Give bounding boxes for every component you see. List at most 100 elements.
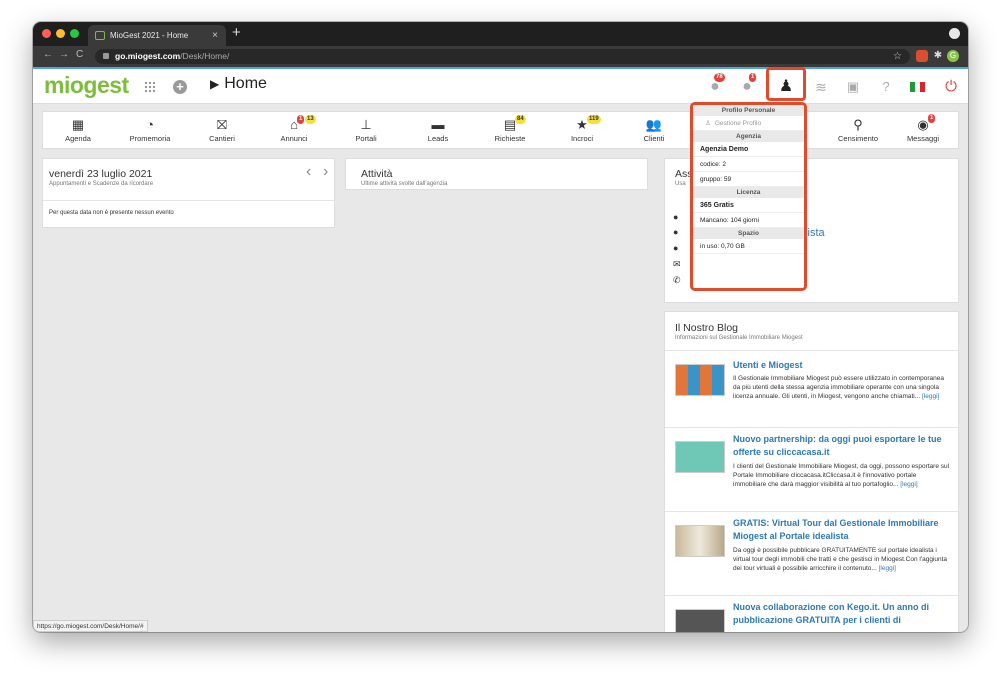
blog-post-title[interactable]: Nuovo partnership: da oggi puoi esportar… (733, 433, 950, 459)
activity-subtitle: Ultime attività svolte dall'agenzia (361, 181, 448, 187)
apps-grid-icon[interactable] (144, 81, 156, 93)
lock-icon (103, 53, 109, 59)
bookmark-star-icon[interactable]: ☆ (893, 49, 902, 64)
message-icon: ◉ (917, 117, 929, 132)
agenzia-gruppo: gruppo: 59 (693, 172, 804, 187)
menu-item-label: Leads (427, 134, 449, 143)
breadcrumb-arrow-icon: ▶ (210, 77, 220, 91)
reload-button[interactable]: C (76, 49, 83, 60)
annunci-badge-yellow: 13 (305, 115, 316, 124)
menu-item-annunci[interactable]: ⌂ Annunci 1 13 (259, 112, 329, 150)
agenzia-header: Agenzia (693, 131, 804, 142)
add-circle-icon[interactable]: + (173, 80, 187, 94)
menu-item-clienti[interactable]: 👥 Clienti (619, 112, 689, 150)
url-input[interactable]: go.miogest.com/Desk/Home/ ☆ (95, 49, 910, 64)
divider (43, 200, 334, 201)
extension-icon[interactable] (916, 50, 928, 62)
licenza-name: 365 Gratis (693, 198, 804, 213)
agenda-card: venerdì 23 luglio 2021 Appuntamenti e Sc… (42, 158, 335, 228)
phone-icon[interactable]: ✆ (673, 275, 683, 285)
menu-item-messaggi[interactable]: ◉ Messaggi 1 (888, 112, 958, 150)
browser-tab[interactable]: MioGest 2021 - Home × (88, 25, 226, 46)
menu-item-censimento[interactable]: ⚲ Censimento (823, 112, 893, 150)
alerts-badge: 78 (714, 73, 725, 82)
agenda-date: venerdì 23 luglio 2021 (49, 168, 153, 180)
users-icon: 👥 (645, 117, 663, 132)
new-tab-button[interactable]: + (232, 24, 241, 41)
read-more-link[interactable]: [leggi] (879, 565, 896, 572)
messaggi-badge: 1 (928, 114, 936, 123)
messages-badge: 1 (749, 73, 757, 82)
minimize-window-button[interactable] (56, 29, 65, 38)
maximize-window-button[interactable] (70, 29, 79, 38)
settings-sliders-icon[interactable]: ≋ (811, 77, 831, 97)
read-more-link[interactable]: [leggi] (922, 393, 939, 400)
richieste-badge: 84 (515, 115, 526, 124)
user-icon: ♙ (705, 120, 711, 127)
close-window-button[interactable] (42, 29, 51, 38)
agenzia-codice: codice: 2 (693, 157, 804, 172)
menu-item-cantieri[interactable]: ⛝ Cantieri (187, 112, 257, 150)
page-title: Home (224, 75, 267, 92)
back-button[interactable]: ← (43, 49, 53, 60)
blog-post-thumbnail[interactable] (675, 441, 725, 473)
menu-item-label: Richieste (494, 134, 526, 143)
help-circle-icon[interactable]: ● (673, 243, 683, 253)
menu-item-agenda[interactable]: ▦ Agenda (43, 112, 113, 150)
italy-flag-icon[interactable] (907, 77, 927, 97)
tab-close-button[interactable]: × (212, 25, 218, 46)
chat-icon[interactable]: ● (673, 227, 683, 237)
spazio-in-uso: in uso: 0,70 GB (693, 239, 804, 254)
comments-icon[interactable]: ● 1 (737, 73, 757, 97)
menu-item-incroci[interactable]: ★ Incroci 119 (547, 112, 617, 150)
menu-item-label: Incroci (570, 134, 594, 143)
extensions-puzzle-icon[interactable]: ✱ (932, 50, 944, 62)
breadcrumb: ▶ Home (210, 75, 267, 93)
agenzia-name: Agenzia Demo (693, 142, 804, 157)
menu-item-label: Annunci (280, 134, 308, 143)
email-icon[interactable]: ✉ (673, 259, 683, 269)
blog-post-title[interactable]: Utenti e Miogest (733, 359, 950, 372)
power-logout-icon[interactable]: ⏻ (941, 77, 961, 97)
chrome-profile-icon[interactable] (949, 28, 960, 39)
address-bar-row: ← → C go.miogest.com/Desk/Home/ ☆ ✱ G (33, 46, 968, 67)
blog-post-excerpt: Da oggi è possibile pubblicare GRATUITAM… (733, 546, 950, 573)
blog-card: Il Nostro Blog Informazioni sul Gestiona… (664, 311, 959, 632)
profilo-personale-header: Profilo Personale (693, 105, 804, 116)
forward-button[interactable]: → (59, 49, 69, 60)
calendar-icon: ▦ (71, 117, 85, 132)
miogest-logo[interactable]: miogest (44, 72, 129, 99)
lock-icon[interactable]: ▣ (843, 77, 863, 97)
menu-item-label: Messaggi (906, 134, 940, 143)
gestione-profilo-item[interactable]: ♙ Gestione Profilo (693, 116, 804, 131)
licenza-header: Licenza (693, 187, 804, 198)
alarm-clock-icon: ◔ (146, 117, 154, 132)
read-more-link[interactable]: [leggi] (900, 481, 917, 488)
grammarly-extension-icon[interactable]: G (947, 50, 959, 62)
menu-item-leads[interactable]: ▬ Leads (403, 112, 473, 150)
menu-item-portali[interactable]: ⊥ Portali (331, 112, 401, 150)
divider (665, 511, 958, 512)
blog-post-text: Il Gestionale Immobiliare Miogest può es… (733, 375, 944, 400)
miogest-favicon-icon (95, 31, 105, 40)
url-path: /Desk/Home/ (180, 51, 230, 61)
main-menu-bar: ▦ Agenda ◔ Promemoria ⛝ Cantieri ⌂ Annunci 1… (42, 111, 959, 149)
prev-date-button[interactable]: ‹ (306, 163, 311, 181)
list-icon: ▤ (503, 117, 517, 132)
blog-post-thumbnail[interactable] (675, 364, 725, 396)
alerts-icon[interactable]: ● 78 (705, 73, 725, 97)
browser-window: MioGest 2021 - Home × + ← → C go.miogest… (33, 22, 968, 632)
agenda-empty-text: Per questa data non è presente nessun ev… (49, 210, 174, 216)
tab-title: MioGest 2021 - Home (110, 31, 189, 40)
facebook-icon[interactable]: ● (673, 212, 683, 222)
next-date-button[interactable]: › (323, 163, 328, 181)
blog-post-title[interactable]: GRATIS: Virtual Tour dal Gestionale Immo… (733, 517, 950, 543)
menu-item-promemoria[interactable]: ◔ Promemoria (115, 112, 185, 150)
sitemap-icon: ⊥ (360, 117, 372, 132)
blog-post-thumbnail[interactable] (675, 609, 725, 632)
menu-item-richieste[interactable]: ▤ Richieste 84 (475, 112, 545, 150)
blog-post-thumbnail[interactable] (675, 525, 725, 557)
help-icon[interactable]: ? (876, 77, 896, 97)
app-header: miogest + ▶ Home ● 78 ● 1 ♟ ≋ ▣ ? ⏻ (33, 67, 968, 104)
blog-post-title[interactable]: Nuova collaborazione con Kego.it. Un ann… (733, 601, 950, 627)
